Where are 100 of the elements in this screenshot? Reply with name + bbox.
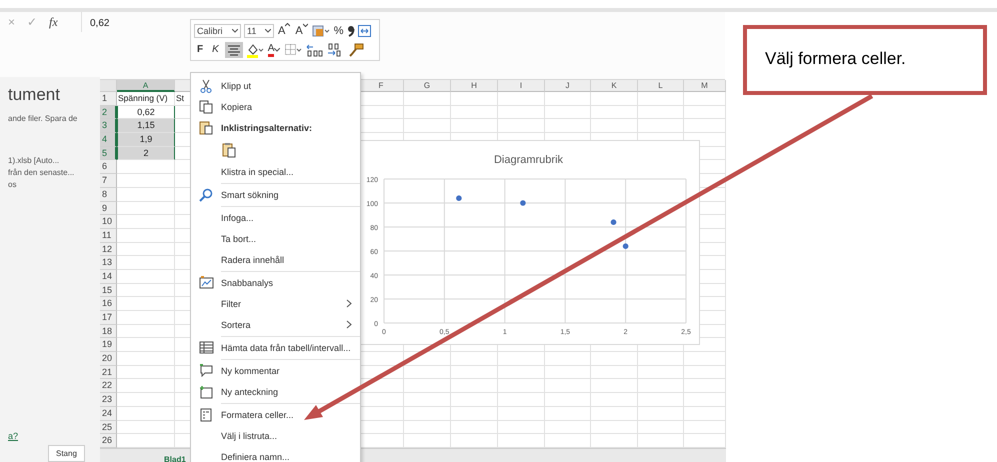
row-header[interactable]: 18 [100, 324, 117, 338]
menu-item[interactable]: Smart sökning [191, 184, 360, 205]
close-button[interactable]: Stang [48, 445, 85, 462]
align-center-icon[interactable] [224, 42, 243, 58]
row-header[interactable]: 3 [100, 119, 117, 134]
italic-button[interactable]: K [209, 42, 222, 58]
percent-button[interactable]: % [332, 22, 344, 38]
row-header[interactable]: 19 [100, 338, 117, 352]
row-header[interactable]: 16 [100, 297, 117, 311]
table-cell [638, 92, 684, 106]
column-header[interactable]: K [591, 80, 638, 92]
formula-input[interactable]: 0,62 [82, 12, 110, 32]
table-cell [684, 366, 726, 380]
table-cell [498, 366, 545, 380]
caret-icon [232, 28, 238, 32]
table-cell [451, 106, 498, 120]
table-cell [404, 379, 451, 394]
table-cell [591, 366, 638, 380]
row-header[interactable]: 14 [100, 270, 117, 284]
row-header[interactable]: 8 [100, 188, 117, 202]
table-cell [545, 92, 591, 106]
copy-icon [199, 100, 213, 114]
row-header[interactable]: 11 [100, 228, 117, 243]
row-header[interactable]: 4 [100, 133, 117, 147]
menu-item[interactable]: Hämta data från tabell/intervall... [191, 337, 360, 358]
font-color-button[interactable]: A [266, 42, 282, 58]
table-cell [638, 366, 684, 380]
font-field[interactable]: Calibri [194, 24, 241, 38]
caret-icon [274, 48, 280, 52]
fill-bucket-icon[interactable] [246, 42, 264, 58]
table-cell [591, 352, 638, 366]
menu-item[interactable]: Infoga... [191, 207, 360, 228]
menu-item[interactable]: Radera innehåll [191, 249, 360, 270]
format-cells-icon [200, 408, 212, 422]
bold-button[interactable]: F [194, 42, 206, 58]
table-cell: 2 [117, 146, 175, 160]
panel-heading: tument [8, 85, 61, 106]
column-header[interactable]: A [117, 80, 175, 92]
column-header[interactable]: J [545, 80, 591, 92]
row-header[interactable]: 7 [100, 174, 117, 188]
menu-item[interactable]: Formatera celler... [191, 404, 360, 425]
table-cell [591, 106, 638, 120]
increase-decimal-icon[interactable] [305, 42, 324, 58]
table-cell [638, 106, 684, 120]
row-header[interactable]: 17 [100, 311, 117, 325]
row-header[interactable]: 25 [100, 420, 117, 434]
row-header[interactable]: 26 [100, 434, 117, 448]
row-header[interactable]: 5 [100, 146, 117, 160]
row-header[interactable]: 24 [100, 406, 117, 420]
table-cell [545, 366, 591, 380]
table-cell [684, 92, 726, 106]
font-size-field[interactable]: 11 [244, 24, 274, 38]
row-header[interactable]: 23 [100, 393, 117, 407]
menu-item[interactable]: Välj i listruta... [191, 425, 360, 446]
column-header[interactable]: F [359, 80, 404, 92]
row-header[interactable]: 1 [100, 92, 117, 106]
paintbrush-icon[interactable] [347, 42, 366, 58]
table-cell [591, 379, 638, 394]
row-header[interactable]: 10 [100, 215, 117, 229]
table-cell [684, 352, 726, 366]
column-header[interactable]: L [638, 80, 684, 92]
comment-icon [198, 364, 214, 377]
borders-icon[interactable] [284, 42, 302, 58]
insert-function-button[interactable]: fx [49, 15, 58, 29]
menu-item[interactable]: Sortera [191, 314, 360, 335]
table-cell [591, 420, 638, 434]
help-link[interactable]: a? [8, 431, 100, 441]
column-header[interactable]: G [404, 80, 451, 92]
table-cell [545, 393, 591, 407]
row-header[interactable]: 13 [100, 256, 117, 270]
menu-item[interactable]: Filter [191, 293, 360, 314]
row-header[interactable]: 21 [100, 366, 117, 380]
table-cell [498, 352, 545, 366]
table-cell [591, 406, 638, 420]
table-style-icon[interactable] [312, 24, 330, 36]
row-header[interactable]: 6 [100, 160, 117, 174]
table-icon [198, 341, 214, 354]
column-header[interactable]: M [684, 80, 726, 92]
row-header[interactable]: 9 [100, 202, 117, 216]
menu-item[interactable]: Snabbanalys [191, 272, 360, 293]
menu-item[interactable]: Ny anteckning [191, 381, 360, 402]
menu-item[interactable]: Klistra in special... [191, 161, 360, 182]
row-header[interactable]: 22 [100, 379, 117, 394]
row-header[interactable]: 20 [100, 352, 117, 366]
clipboard-icon [199, 120, 213, 135]
table-cell [404, 393, 451, 407]
row-header[interactable]: 2 [100, 106, 117, 120]
menu-item[interactable]: Ta bort... [191, 228, 360, 249]
column-header[interactable]: H [451, 80, 498, 92]
comma-style-icon[interactable] [347, 24, 356, 36]
increase-font-button[interactable]: A [277, 22, 292, 38]
row-header[interactable]: 15 [100, 284, 117, 298]
decrease-font-button[interactable]: A [294, 22, 309, 38]
menu-item[interactable]: Ny kommentar [191, 360, 360, 381]
merge-center-icon[interactable] [358, 24, 372, 36]
row-header[interactable]: 12 [100, 242, 117, 256]
sheet-tab[interactable]: Blad1 [164, 454, 186, 462]
column-header[interactable]: I [498, 80, 545, 92]
menu-item[interactable]: Definiera namn... [191, 446, 360, 462]
paste-icon[interactable] [221, 142, 237, 158]
